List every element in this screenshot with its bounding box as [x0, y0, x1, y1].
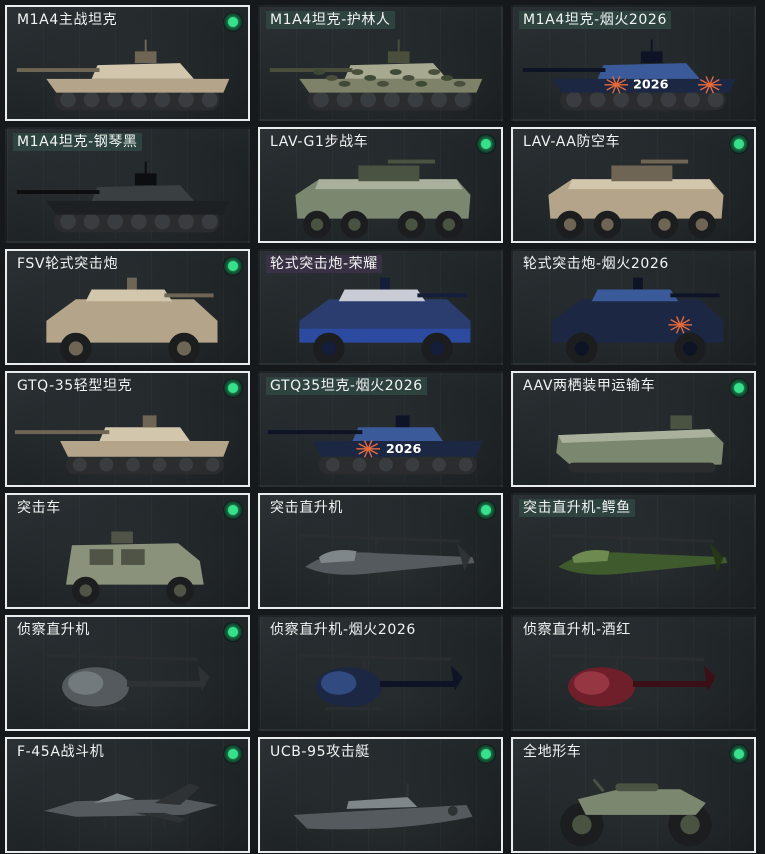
svg-text:2026: 2026 [386, 442, 422, 457]
wheeled-assault-gun-icon [513, 271, 754, 363]
vehicle-card[interactable]: AAV两栖装甲运输车 [511, 371, 756, 487]
light-tank-icon [7, 393, 248, 485]
fighter-jet-icon [7, 759, 248, 851]
vehicle-card[interactable]: M1A4主战坦克 [5, 5, 250, 121]
vehicle-name: M1A4坦克-烟火2026 [519, 11, 671, 29]
vehicle-card[interactable]: LAV-AA防空车 [511, 127, 756, 243]
vehicle-name: GTQ-35轻型坦克 [17, 378, 133, 394]
available-status-icon [224, 501, 242, 519]
vehicle-card[interactable]: F-45A战斗机 [5, 737, 250, 853]
available-status-icon [224, 379, 242, 397]
vehicle-name: LAV-G1步战车 [270, 134, 369, 150]
svg-text:2026: 2026 [633, 78, 669, 93]
vehicle-card[interactable]: 突击直升机 [258, 493, 503, 609]
main-battle-tank-icon [7, 27, 248, 119]
available-status-icon [477, 501, 495, 519]
vehicle-card[interactable]: 突击车 [5, 493, 250, 609]
vehicle-card[interactable]: 突击直升机-鳄鱼 [511, 493, 756, 609]
available-status-icon [224, 745, 242, 763]
available-status-icon [224, 623, 242, 641]
vehicle-card[interactable]: M1A4坦克-钢琴黑 [5, 127, 250, 243]
scout-helicopter-icon [260, 637, 501, 729]
amphibious-carrier-icon [513, 393, 754, 485]
vehicle-name: F-45A战斗机 [17, 744, 105, 760]
vehicle-name: 突击直升机 [270, 500, 343, 516]
vehicle-card[interactable]: 侦察直升机-酒红 [511, 615, 756, 731]
vehicle-name: 突击车 [17, 500, 61, 516]
main-battle-tank-icon [7, 149, 248, 241]
vehicle-card[interactable]: LAV-G1步战车 [258, 127, 503, 243]
vehicle-name: 侦察直升机 [17, 622, 90, 638]
available-status-icon [730, 135, 748, 153]
wheeled-ifv-icon [260, 149, 501, 241]
vehicle-card[interactable]: 轮式突击炮-荣耀 [258, 249, 503, 365]
wheeled-assault-gun-icon [260, 271, 501, 363]
vehicle-card[interactable]: M1A4坦克-护林人 [258, 5, 503, 121]
attack-helicopter-icon [513, 515, 754, 607]
vehicle-name: FSV轮式突击炮 [17, 256, 119, 272]
available-status-icon [224, 257, 242, 275]
available-status-icon [224, 13, 242, 31]
vehicle-name: 侦察直升机-酒红 [523, 622, 631, 638]
vehicle-name: M1A4坦克-护林人 [266, 11, 395, 29]
vehicle-skin-grid: M1A4主战坦克 M1A4坦克-护林人 M1A4坦克-烟火2026 2026 M1A4坦… [0, 0, 765, 854]
vehicle-name: LAV-AA防空车 [523, 134, 621, 150]
vehicle-card[interactable]: FSV轮式突击炮 [5, 249, 250, 365]
scout-helicopter-icon [7, 637, 248, 729]
vehicle-card[interactable]: 侦察直升机-烟火2026 [258, 615, 503, 731]
attack-helicopter-icon [260, 515, 501, 607]
vehicle-name: GTQ35坦克-烟火2026 [266, 377, 427, 395]
vehicle-name: 轮式突击炮-烟火2026 [523, 256, 669, 272]
vehicle-card[interactable]: 侦察直升机 [5, 615, 250, 731]
anti-air-vehicle-icon [513, 149, 754, 241]
vehicle-name: 侦察直升机-烟火2026 [270, 622, 416, 638]
vehicle-card[interactable]: 轮式突击炮-烟火2026 [511, 249, 756, 365]
vehicle-card[interactable]: GTQ-35轻型坦克 [5, 371, 250, 487]
vehicle-name: M1A4主战坦克 [17, 12, 118, 28]
vehicle-card[interactable]: 全地形车 [511, 737, 756, 853]
vehicle-name: 全地形车 [523, 744, 582, 760]
available-status-icon [730, 379, 748, 397]
light-tank-icon: 2026 [260, 393, 501, 485]
available-status-icon [730, 745, 748, 763]
vehicle-name: M1A4坦克-钢琴黑 [13, 133, 142, 151]
vehicle-card[interactable]: GTQ35坦克-烟火2026 2026 [258, 371, 503, 487]
attack-boat-icon [260, 759, 501, 851]
main-battle-tank-icon [260, 27, 501, 119]
main-battle-tank-icon: 2026 [513, 27, 754, 119]
wheeled-assault-gun-icon [7, 271, 248, 363]
atv-icon [513, 759, 754, 851]
vehicle-card[interactable]: UCB-95攻击艇 [258, 737, 503, 853]
vehicle-card[interactable]: M1A4坦克-烟火2026 2026 [511, 5, 756, 121]
vehicle-name: 轮式突击炮-荣耀 [266, 255, 382, 273]
scout-helicopter-icon [513, 637, 754, 729]
available-status-icon [477, 135, 495, 153]
available-status-icon [477, 745, 495, 763]
vehicle-name: UCB-95攻击艇 [270, 744, 370, 760]
vehicle-name: AAV两栖装甲运输车 [523, 378, 656, 394]
assault-vehicle-icon [7, 515, 248, 607]
vehicle-name: 突击直升机-鳄鱼 [519, 499, 635, 517]
